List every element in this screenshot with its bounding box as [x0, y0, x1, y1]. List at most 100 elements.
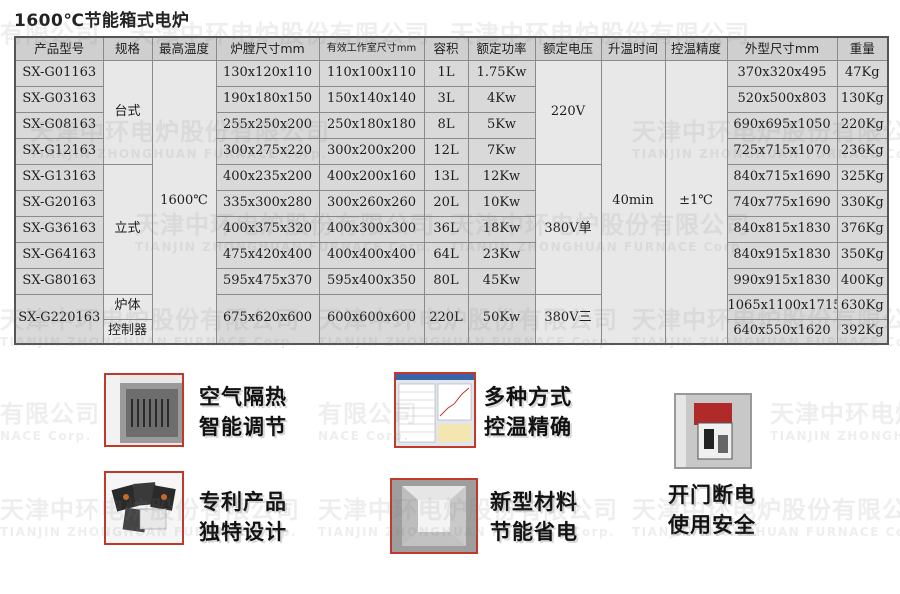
feature-door-safety: 开门断电 使用安全 — [668, 483, 756, 537]
power-cell: 1.75Kw — [467, 59, 536, 87]
work-cell: 150x140x140 — [318, 85, 425, 113]
header-cell: 额定电压 — [534, 36, 602, 61]
weight-cell: 47Kg — [836, 59, 889, 87]
chamber-cell: 595x475x370 — [215, 267, 320, 295]
power-cell: 50Kw — [467, 293, 536, 345]
power-cell: 7Kw — [467, 137, 536, 165]
volume-cell: 20L — [423, 189, 469, 217]
table-header-row: 产品型号 规格 最高温度 炉膛尺寸mm 有效工作室尺寸mm 容积 额定功率 额定… — [14, 36, 889, 61]
table-row: SX-G01163 台式 1600℃ 130x120x110 110x100x1… — [14, 59, 889, 345]
accuracy-cell: ±1℃ — [664, 59, 728, 345]
feature-patent-design: 专利产品 独特设计 — [199, 490, 287, 544]
weight-cell: 325Kg — [836, 163, 889, 191]
model-cell: SX-G36163 — [14, 215, 104, 243]
weight-cell: 350Kg — [836, 241, 889, 269]
header-cell: 容积 — [423, 36, 469, 61]
power-cell: 23Kw — [467, 241, 536, 269]
spec-group-cell: 立式 — [102, 163, 153, 295]
outer-size-cell: 840x915x1830 — [726, 241, 838, 269]
volume-cell: 13L — [423, 163, 469, 191]
voltage-cell: 380V三 — [534, 293, 602, 345]
spec-group-cell: 炉体 — [102, 293, 153, 320]
header-cell: 外型尺寸mm — [726, 36, 838, 61]
header-cell: 规格 — [102, 36, 153, 61]
power-cell: 5Kw — [467, 111, 536, 139]
work-cell: 110x100x110 — [318, 59, 425, 87]
outer-size-cell: 840x715x1690 — [726, 163, 838, 191]
page-title: 1600℃节能箱式电炉 — [14, 11, 190, 31]
outer-size-cell: 640x550x1620 — [726, 318, 838, 345]
outer-size-cell: 725x715x1070 — [726, 137, 838, 165]
spec-table: 产品型号 规格 最高温度 炉膛尺寸mm 有效工作室尺寸mm 容积 额定功率 额定… — [14, 36, 889, 345]
feature-new-material: 新型材料 节能省电 — [490, 490, 578, 544]
weight-cell: 236Kg — [836, 137, 889, 165]
outer-size-cell: 990x915x1830 — [726, 267, 838, 295]
header-cell: 重量 — [836, 36, 889, 61]
outer-size-cell: 840x815x1830 — [726, 215, 838, 243]
model-cell: SX-G64163 — [14, 241, 104, 269]
power-cell: 4Kw — [467, 85, 536, 113]
model-cell: SX-G13163 — [14, 163, 104, 191]
weight-cell: 630Kg — [836, 293, 889, 320]
outer-size-cell: 520x500x803 — [726, 85, 838, 113]
voltage-cell: 380V单 — [534, 163, 602, 295]
model-cell: SX-G01163 — [14, 59, 104, 87]
chamber-cell: 130x120x110 — [215, 59, 320, 87]
watermark: 天津中环电炉股份有限公司TIANJIN ZHONGHUAN FURNACE Co… — [770, 400, 900, 443]
header-cell: 控温精度 — [664, 36, 728, 61]
weight-cell: 330Kg — [836, 189, 889, 217]
header-cell: 产品型号 — [14, 36, 104, 61]
table-row: SX-G220163 炉体 675x620x600 600x600x600 22… — [14, 293, 889, 345]
header-cell: 额定功率 — [467, 36, 536, 61]
volume-cell: 3L — [423, 85, 469, 113]
spec-group-cell: 控制器 — [102, 318, 153, 345]
model-cell: SX-G20163 — [14, 189, 104, 217]
work-cell: 400x300x300 — [318, 215, 425, 243]
model-cell: SX-G220163 — [14, 293, 104, 345]
model-cell: SX-G12163 — [14, 137, 104, 165]
weight-cell: 392Kg — [836, 318, 889, 345]
heat-time-cell: 40min — [600, 59, 666, 345]
work-cell: 595x400x350 — [318, 267, 425, 295]
work-cell: 250x180x180 — [318, 111, 425, 139]
outer-size-cell: 740x775x1690 — [726, 189, 838, 217]
power-cell: 18Kw — [467, 215, 536, 243]
model-cell: SX-G80163 — [14, 267, 104, 295]
insulation-photo — [104, 373, 184, 447]
work-cell: 400x400x400 — [318, 241, 425, 269]
outer-size-cell: 370x320x495 — [726, 59, 838, 87]
chamber-cell: 255x250x200 — [215, 111, 320, 139]
chamber-cell: 335x300x280 — [215, 189, 320, 217]
heating-element-photo — [104, 471, 184, 545]
feature-temp-control: 多种方式 控温精确 — [484, 385, 572, 439]
chamber-cell: 190x180x150 — [215, 85, 320, 113]
software-screenshot — [394, 372, 476, 448]
header-cell: 炉膛尺寸mm — [215, 36, 320, 61]
chamber-cell: 400x375x320 — [215, 215, 320, 243]
chamber-cell: 675x620x600 — [215, 293, 320, 345]
volume-cell: 1L — [423, 59, 469, 87]
work-cell: 300x260x260 — [318, 189, 425, 217]
power-cell: 45Kw — [467, 267, 536, 295]
watermark: 有限公司 NACE Corp. — [0, 400, 100, 443]
model-cell: SX-G08163 — [14, 111, 104, 139]
header-cell: 升温时间 — [600, 36, 666, 61]
work-cell: 300x200x200 — [318, 137, 425, 165]
weight-cell: 376Kg — [836, 215, 889, 243]
header-cell: 最高温度 — [151, 36, 217, 61]
chamber-cell: 300x275x220 — [215, 137, 320, 165]
outer-size-cell: 1065x1100x1715 — [726, 293, 838, 320]
weight-cell: 220Kg — [836, 111, 889, 139]
table-row: SX-G13163 立式 400x235x200 400x200x160 13L… — [14, 163, 889, 295]
spec-group-cell: 台式 — [102, 59, 153, 165]
volume-cell: 80L — [423, 267, 469, 295]
door-switch-photo — [674, 393, 752, 469]
chamber-photo — [390, 478, 478, 554]
weight-cell: 130Kg — [836, 85, 889, 113]
volume-cell: 220L — [423, 293, 469, 345]
volume-cell: 8L — [423, 111, 469, 139]
power-cell: 10Kw — [467, 189, 536, 217]
chamber-cell: 475x420x400 — [215, 241, 320, 269]
weight-cell: 400Kg — [836, 267, 889, 295]
power-cell: 12Kw — [467, 163, 536, 191]
